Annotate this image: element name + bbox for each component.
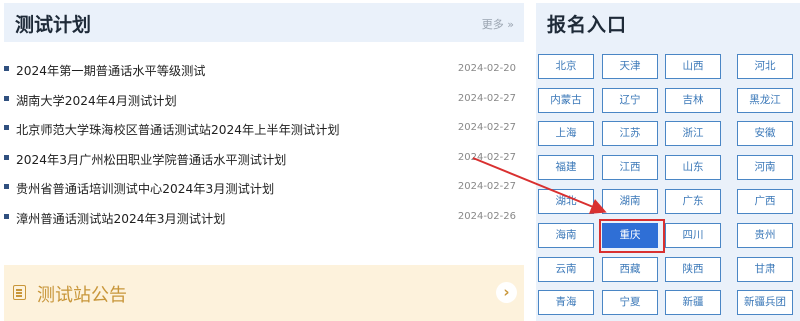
- province-button[interactable]: 河北: [737, 54, 793, 79]
- province-button[interactable]: 山东: [665, 155, 721, 180]
- plan-item-title[interactable]: 湖南大学2024年4月测试计划: [16, 91, 177, 109]
- province-button[interactable]: 陕西: [665, 257, 721, 282]
- province-button[interactable]: 西藏: [602, 257, 658, 282]
- plan-item-title[interactable]: 北京师范大学珠海校区普通话测试站2024年上半年测试计划: [16, 120, 340, 138]
- bullet-icon: [4, 184, 9, 190]
- plan-item-title[interactable]: 漳州普通话测试站2024年3月测试计划: [16, 209, 225, 227]
- province-button[interactable]: 福建: [538, 155, 594, 180]
- province-button[interactable]: 湖南: [602, 189, 658, 214]
- province-button[interactable]: 云南: [538, 257, 594, 282]
- list-item[interactable]: 贵州省普通话培训测试中心2024年3月测试计划 2024-02-27: [0, 173, 524, 203]
- province-button[interactable]: 宁夏: [602, 290, 658, 315]
- list-item[interactable]: 2024年3月广州松田职业学院普通话水平测试计划 2024-02-27: [0, 144, 524, 174]
- province-button[interactable]: 吉林: [665, 88, 721, 113]
- list-item[interactable]: 湖南大学2024年4月测试计划 2024-02-27: [0, 85, 524, 115]
- province-button[interactable]: 广东: [665, 189, 721, 214]
- province-button[interactable]: 贵州: [737, 223, 793, 248]
- notice-title: 测试站公告: [37, 285, 127, 306]
- more-link[interactable]: 更多 »: [482, 16, 514, 32]
- registration-title: 报名入口: [547, 14, 628, 36]
- province-button[interactable]: 辽宁: [602, 88, 658, 113]
- registration-header: 报名入口: [536, 3, 800, 42]
- province-button[interactable]: 甘肃: [737, 257, 793, 282]
- province-button[interactable]: 新疆兵团: [737, 290, 793, 315]
- plan-item-title[interactable]: 2024年第一期普通话水平等级测试: [16, 61, 205, 79]
- province-button[interactable]: 广西: [737, 189, 793, 214]
- plan-item-date: 2024-02-26: [457, 210, 516, 222]
- province-button[interactable]: 湖北: [538, 189, 594, 214]
- province-button[interactable]: 青海: [538, 290, 594, 315]
- list-item[interactable]: 2024年第一期普通话水平等级测试 2024-02-20: [0, 55, 524, 85]
- province-button[interactable]: 海南: [538, 223, 594, 248]
- plan-item-title[interactable]: 2024年3月广州松田职业学院普通话水平测试计划: [16, 150, 286, 168]
- bullet-icon: [4, 154, 9, 160]
- province-button[interactable]: 江苏: [602, 121, 658, 146]
- plan-item-date: 2024-02-27: [457, 181, 516, 193]
- province-button[interactable]: 黑龙江: [737, 88, 793, 113]
- plan-list: 2024年第一期普通话水平等级测试 2024-02-20 湖南大学2024年4月测试…: [0, 55, 524, 233]
- province-button[interactable]: 安徽: [737, 121, 793, 146]
- plan-item-date: 2024-02-27: [457, 92, 516, 104]
- plan-item-title[interactable]: 贵州省普通话培训测试中心2024年3月测试计划: [16, 179, 274, 197]
- province-button[interactable]: 四川: [665, 223, 721, 248]
- list-item[interactable]: 漳州普通话测试站2024年3月测试计划 2024-02-26: [0, 203, 524, 233]
- province-button[interactable]: 河南: [737, 155, 793, 180]
- plan-item-date: 2024-02-27: [457, 151, 516, 163]
- province-button[interactable]: 上海: [538, 121, 594, 146]
- plan-header: 测试计划 更多 »: [4, 3, 524, 42]
- chevron-right-icon[interactable]: ›: [496, 282, 517, 303]
- province-button[interactable]: 新疆: [665, 290, 721, 315]
- province-button[interactable]: 江西: [602, 155, 658, 180]
- notice-bar[interactable]: 测试站公告 ›: [4, 265, 524, 321]
- plan-item-date: 2024-02-27: [457, 122, 516, 134]
- province-button[interactable]: 浙江: [665, 121, 721, 146]
- clipboard-icon: [13, 285, 26, 300]
- bullet-icon: [4, 95, 9, 101]
- plan-item-date: 2024-02-20: [457, 63, 516, 74]
- province-button[interactable]: 山西: [665, 54, 721, 79]
- bullet-icon: [4, 66, 9, 71]
- province-button[interactable]: 天津: [602, 54, 658, 79]
- province-button[interactable]: 重庆: [602, 223, 658, 248]
- province-button[interactable]: 内蒙古: [538, 88, 594, 113]
- plan-title: 测试计划: [15, 14, 92, 36]
- province-button[interactable]: 北京: [538, 54, 594, 79]
- bullet-icon: [4, 125, 9, 131]
- bullet-icon: [4, 213, 9, 219]
- list-item[interactable]: 北京师范大学珠海校区普通话测试站2024年上半年测试计划 2024-02-27: [0, 114, 524, 144]
